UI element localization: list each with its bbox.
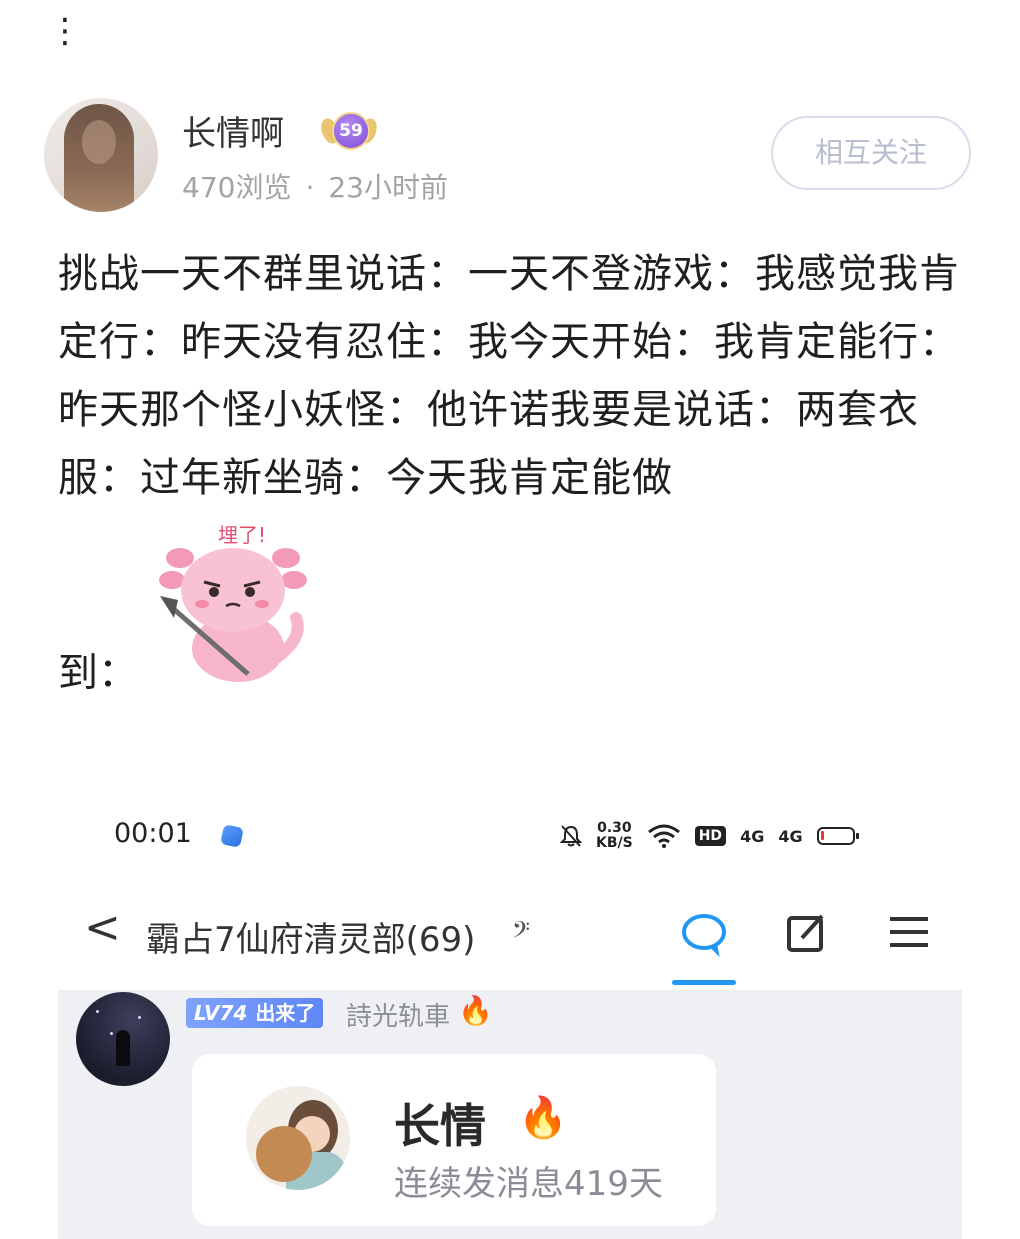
sticker-shovel-blade bbox=[160, 596, 178, 618]
sticker-eye bbox=[209, 587, 219, 597]
sticker-gill bbox=[281, 571, 307, 589]
battery-icon bbox=[816, 827, 859, 845]
sticker-blush bbox=[195, 600, 209, 608]
post-body: 挑战一天不群里说话：一天不登游戏：我感觉我肯定行：昨天没有忍住：我今天开始：我肯… bbox=[58, 251, 960, 501]
sticker-gill bbox=[272, 548, 300, 568]
ear-icon[interactable]: 𝄢 bbox=[512, 916, 530, 950]
signal-4g-icon: 4G bbox=[778, 826, 803, 846]
level-badge: 59 bbox=[318, 110, 380, 154]
post-time: 23小时前 bbox=[328, 171, 448, 204]
edit-icon[interactable] bbox=[786, 912, 828, 954]
sticker-gill bbox=[159, 571, 185, 589]
card-avatar bbox=[246, 1086, 350, 1190]
status-time: 00:01 bbox=[114, 818, 192, 849]
wifi-icon bbox=[647, 824, 680, 848]
member-level: LV74 bbox=[194, 1001, 248, 1025]
net-speed-unit: KB/S bbox=[596, 835, 633, 851]
back-icon[interactable]: < bbox=[84, 906, 121, 950]
avatar-star bbox=[96, 1010, 99, 1013]
card-subtitle: 连续发消息419天 bbox=[394, 1164, 663, 1204]
status-icons: 0.30 KB/S HD 4G 4G bbox=[560, 816, 859, 856]
avatar-star bbox=[110, 1032, 113, 1035]
battery-level bbox=[820, 831, 824, 840]
avatar-teddy-bear bbox=[256, 1126, 312, 1182]
sticker-head bbox=[181, 548, 285, 632]
avatar-face bbox=[82, 120, 116, 164]
author-avatar[interactable] bbox=[44, 98, 158, 212]
sticker-gill bbox=[166, 548, 194, 568]
chat-bubble-icon[interactable] bbox=[680, 910, 728, 958]
post-body-tail: 到： bbox=[58, 650, 138, 696]
fire-icon: 🔥 bbox=[458, 994, 493, 1027]
group-title[interactable]: 霸占7仙府清灵部(69) bbox=[146, 912, 475, 961]
more-options-icon[interactable]: ⋮ bbox=[48, 14, 82, 48]
follow-button[interactable]: 相互关注 bbox=[771, 116, 971, 190]
member-level-badge: LV74 出来了 bbox=[186, 998, 324, 1028]
member-title: 出来了 bbox=[255, 1001, 316, 1025]
post-meta: 470浏览 · 23小时前 bbox=[182, 166, 448, 206]
signal-4g-icon: 4G bbox=[740, 826, 765, 846]
menu-icon[interactable] bbox=[890, 914, 928, 950]
sender-name[interactable]: 詩光轨車 bbox=[346, 996, 450, 1033]
net-speed: 0.30 KB/S bbox=[596, 821, 633, 851]
level-number: 59 bbox=[332, 112, 370, 150]
net-speed-value: 0.30 bbox=[597, 820, 632, 836]
view-count: 470浏览 bbox=[182, 171, 292, 204]
mute-bell-icon bbox=[560, 825, 582, 847]
active-tab-indicator bbox=[672, 980, 736, 985]
axolotl-sticker: 埋了! bbox=[159, 523, 307, 682]
sticker-eye bbox=[245, 587, 255, 597]
avatar-star bbox=[138, 1016, 141, 1019]
author-name[interactable]: 长情啊 bbox=[182, 106, 284, 155]
app-notification-icon bbox=[220, 824, 244, 848]
fire-icon: 🔥 bbox=[518, 1095, 568, 1141]
sender-avatar[interactable] bbox=[76, 992, 170, 1086]
hd-voice-icon: HD bbox=[694, 826, 727, 846]
card-name: 长情 bbox=[394, 1099, 486, 1153]
meta-separator: · bbox=[305, 171, 315, 204]
avatar-figure bbox=[116, 1030, 130, 1066]
sticker-blush bbox=[255, 600, 269, 608]
sticker-caption: 埋了! bbox=[218, 523, 266, 547]
